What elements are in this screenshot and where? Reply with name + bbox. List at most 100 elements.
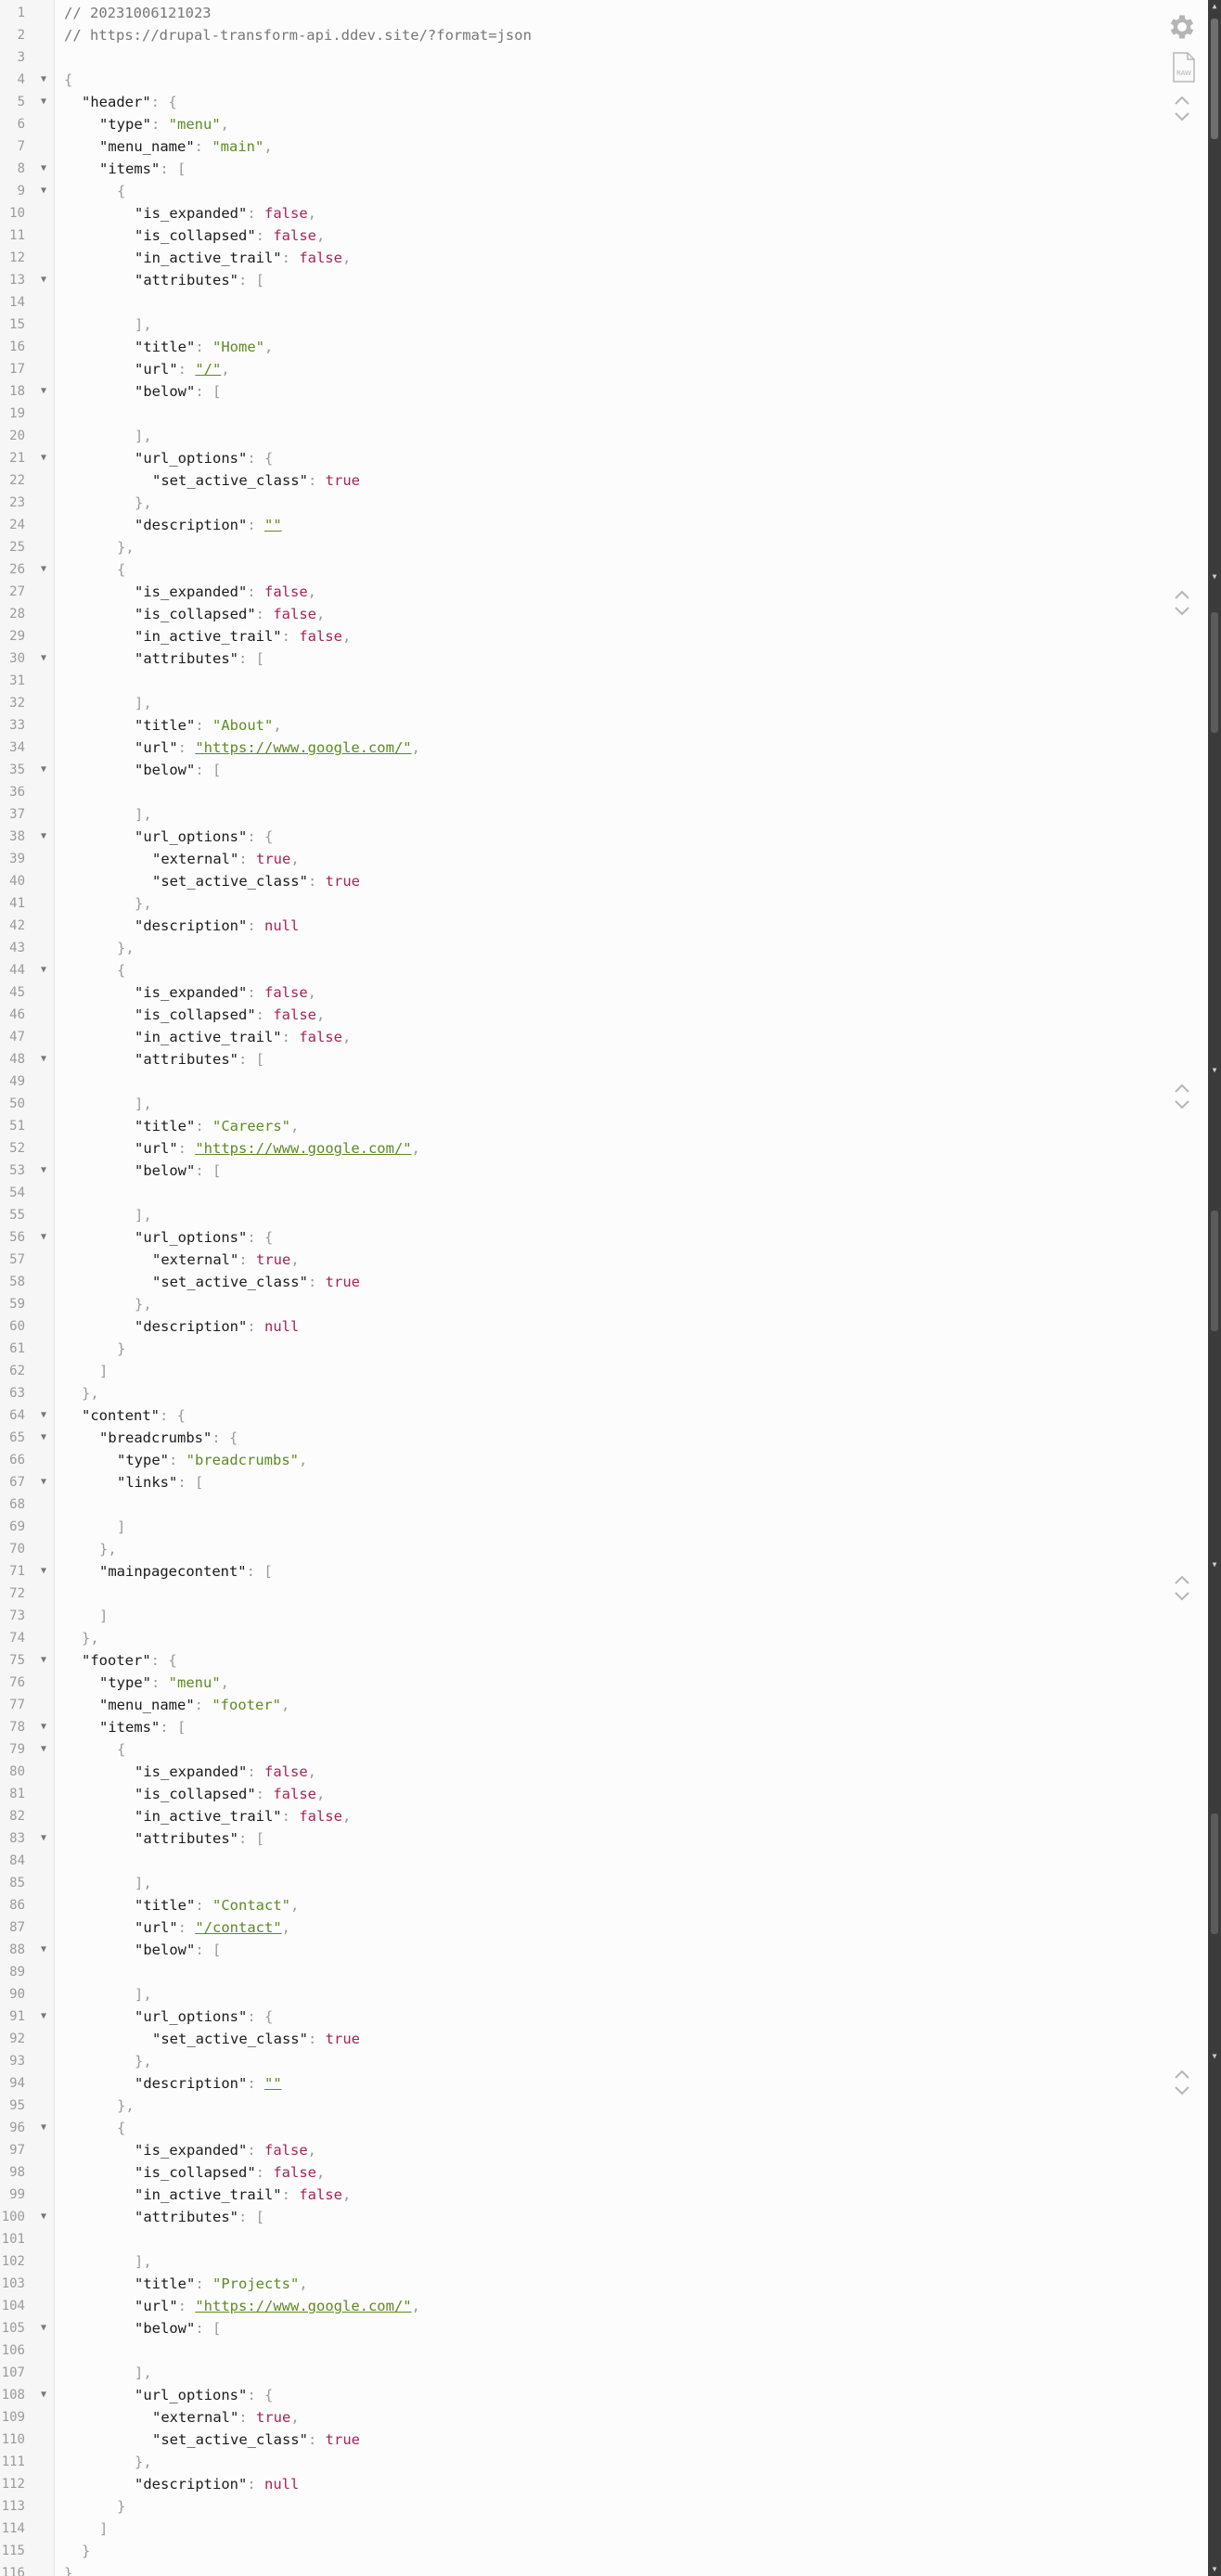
json-punctuation: , [316,227,326,244]
json-punctuation: : [247,2008,264,2025]
json-punctuation: { [117,2120,126,2136]
line-number: 87 [9,1920,25,1935]
json-literal-value: null [264,1318,300,1335]
json-punctuation: : [255,1006,274,1023]
json-punctuation: , [143,1207,152,1224]
json-link-value[interactable]: "https://www.google.com/" [195,739,411,756]
fold-toggle-icon[interactable]: ▼ [38,2006,49,2028]
fold-toggle-icon[interactable]: ▼ [38,2117,49,2139]
fold-toggle-icon[interactable]: ▼ [38,826,49,848]
fold-toggle-icon[interactable]: ▼ [38,1939,49,1961]
fold-toggle-icon[interactable]: ▼ [38,1560,49,1583]
json-punctuation: : [307,2431,326,2448]
line-number: 103 [1,2276,25,2291]
fold-toggle-icon[interactable]: ▼ [38,69,49,91]
collapse-expand-chevrons[interactable] [1172,2067,1192,2098]
code-line: 76 "type": "menu", [0,1672,1206,1694]
code-line: 33 "title": "About", [0,714,1206,737]
line-number: 10 [9,206,25,221]
json-punctuation: , [307,205,317,222]
code-text: "type": "menu", [99,113,229,135]
json-punctuation: : [169,1452,186,1468]
json-string-value: "Careers" [212,1118,290,1134]
fold-toggle-icon[interactable]: ▼ [38,1160,49,1182]
json-link-value[interactable]: "/" [195,361,221,378]
line-number: 1 [17,6,25,20]
json-punctuation: , [125,2097,135,2114]
json-string-value: "Home" [212,339,264,355]
json-link-value[interactable]: "" [264,517,282,533]
code-text: ], [135,2250,152,2273]
json-string-value: "main" [212,138,264,155]
fold-toggle-icon[interactable]: ▼ [38,91,49,113]
fold-toggle-icon[interactable]: ▼ [38,2317,49,2339]
fold-toggle-icon[interactable]: ▼ [38,1404,49,1427]
code-line: 42 "description": null [0,915,1206,937]
fold-toggle-icon[interactable]: ▼ [38,647,49,670]
code-line: 106 [0,2339,1206,2362]
collapse-expand-chevrons[interactable] [1172,93,1192,124]
fold-toggle-icon[interactable]: ▼ [38,447,49,469]
json-punctuation: : [307,873,326,890]
fold-toggle-icon[interactable]: ▼ [38,1738,49,1761]
fold-toggle-icon[interactable]: ▼ [38,269,49,291]
code-line: 30 ▼ "attributes": [ [0,647,1206,670]
json-link-value[interactable]: "" [264,2075,282,2092]
line-number: 105 [1,2321,25,2336]
fold-toggle-icon[interactable]: ▼ [38,1471,49,1493]
json-link-value[interactable]: "https://www.google.com/" [195,2298,411,2314]
json-punctuation: : [238,650,256,667]
json-punctuation: , [143,1296,152,1313]
fold-toggle-icon[interactable]: ▼ [38,2384,49,2406]
code-line: 85], [0,1872,1206,1894]
fold-toggle-icon[interactable]: ▼ [38,1427,49,1449]
scroll-down-arrow[interactable]: ▼ [1210,2566,1219,2573]
line-number: 69 [9,1519,25,1534]
collapse-expand-chevrons[interactable] [1172,587,1192,619]
fold-toggle-icon[interactable]: ▼ [38,759,49,781]
fold-toggle-icon[interactable]: ▼ [38,558,49,581]
json-punctuation: ] [99,2520,109,2537]
vertical-scrollbar[interactable]: ▲ ▼ ▼ ▼ ▼ ▼ [1208,0,1221,2576]
gear-icon[interactable] [1166,11,1198,43]
line-number: 60 [9,1319,25,1334]
fold-toggle-icon[interactable]: ▼ [38,1048,49,1070]
raw-document-icon[interactable]: RAW [1172,52,1196,83]
json-punctuation: , [125,940,135,956]
code-line: 115} [0,2540,1206,2562]
collapse-expand-chevrons[interactable] [1172,1572,1192,1604]
collapse-expand-chevrons[interactable] [1172,1081,1192,1112]
code-line: 54 [0,1182,1206,1204]
code-text: "title": "About", [135,714,282,737]
code-line: 105 ▼ "below": [ [0,2317,1206,2339]
fold-toggle-icon[interactable]: ▼ [38,1716,49,1738]
json-link-value[interactable]: "/contact" [195,1919,281,1936]
scroll-thumb[interactable] [1211,19,1218,139]
fold-toggle-icon[interactable]: ▼ [38,1649,49,1672]
code-line: 56 ▼ "url_options": { [0,1226,1206,1249]
code-text: "set_active_class": true [152,2028,360,2050]
code-line: 8 ▼ "items": [ [0,158,1206,180]
code-text: } [82,2540,90,2562]
line-number: 31 [9,673,25,688]
fold-toggle-icon[interactable]: ▼ [38,959,49,981]
fold-toggle-icon[interactable]: ▼ [38,180,49,202]
line-number: 12 [9,250,25,265]
code-text: ], [135,1204,152,1226]
json-key: "url" [135,361,178,378]
fold-toggle-icon[interactable]: ▼ [38,1226,49,1249]
line-number: 110 [1,2432,25,2447]
line-number: 4 [17,72,25,87]
json-key: "menu_name" [99,1697,195,1713]
fold-toggle-icon[interactable]: ▼ [38,158,49,180]
json-key: "is_collapsed" [135,1786,256,1802]
json-key: "footer" [82,1652,151,1669]
json-punctuation: , [108,1541,117,1557]
json-link-value[interactable]: "https://www.google.com/" [195,1140,411,1157]
json-literal-value: true [256,851,291,867]
fold-toggle-icon[interactable]: ▼ [38,1827,49,1850]
scroll-up-arrow[interactable]: ▲ [1210,3,1219,10]
fold-toggle-icon[interactable]: ▼ [38,2206,49,2228]
fold-toggle-icon[interactable]: ▼ [38,380,49,403]
json-literal-value: false [299,628,342,645]
